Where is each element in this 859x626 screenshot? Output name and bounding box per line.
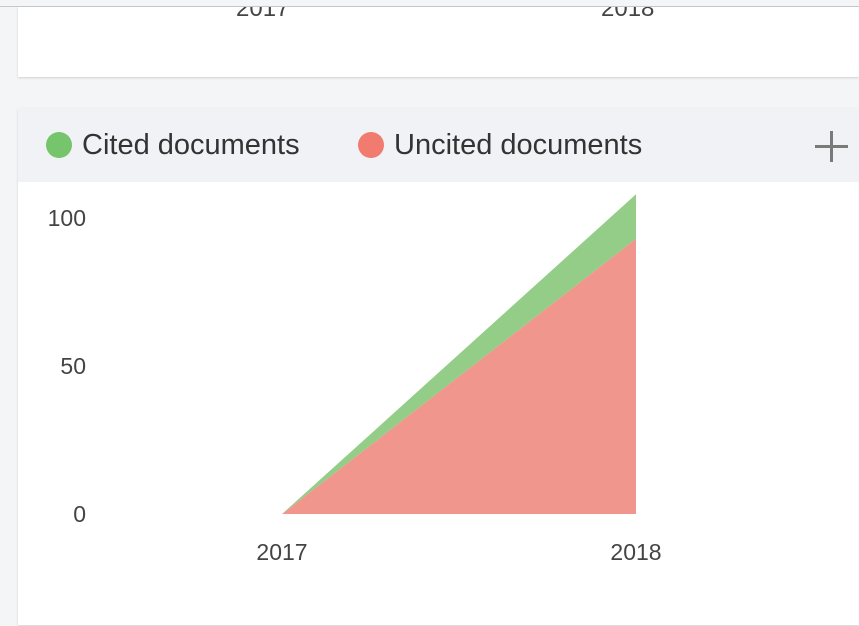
legend-item-cited[interactable]: Cited documents [46, 128, 300, 162]
y-tick-100: 100 [48, 205, 86, 231]
plus-icon[interactable] [813, 128, 849, 164]
clipped-x-tick-2018: 2018 [601, 7, 655, 22]
x-tick-2018: 2018 [610, 539, 661, 565]
legend-label-uncited: Uncited documents [394, 128, 643, 161]
uncited-swatch [358, 132, 384, 158]
area-chart: 0 50 100 2017 2018 [48, 194, 662, 565]
clipped-x-tick-2017: 2017 [236, 7, 290, 22]
y-tick-0: 0 [73, 501, 86, 527]
legend-item-uncited[interactable]: Uncited documents [358, 128, 642, 162]
previous-chart-card: 2017 2018 [18, 7, 859, 77]
cited-swatch [46, 132, 72, 158]
x-tick-2017: 2017 [256, 539, 307, 565]
y-tick-50: 50 [60, 353, 86, 379]
legend-label-cited: Cited documents [82, 128, 300, 161]
documents-chart-card: Cited documents Uncited documents 0 50 100… [18, 108, 859, 625]
chart-legend: Cited documents Uncited documents [18, 108, 859, 182]
